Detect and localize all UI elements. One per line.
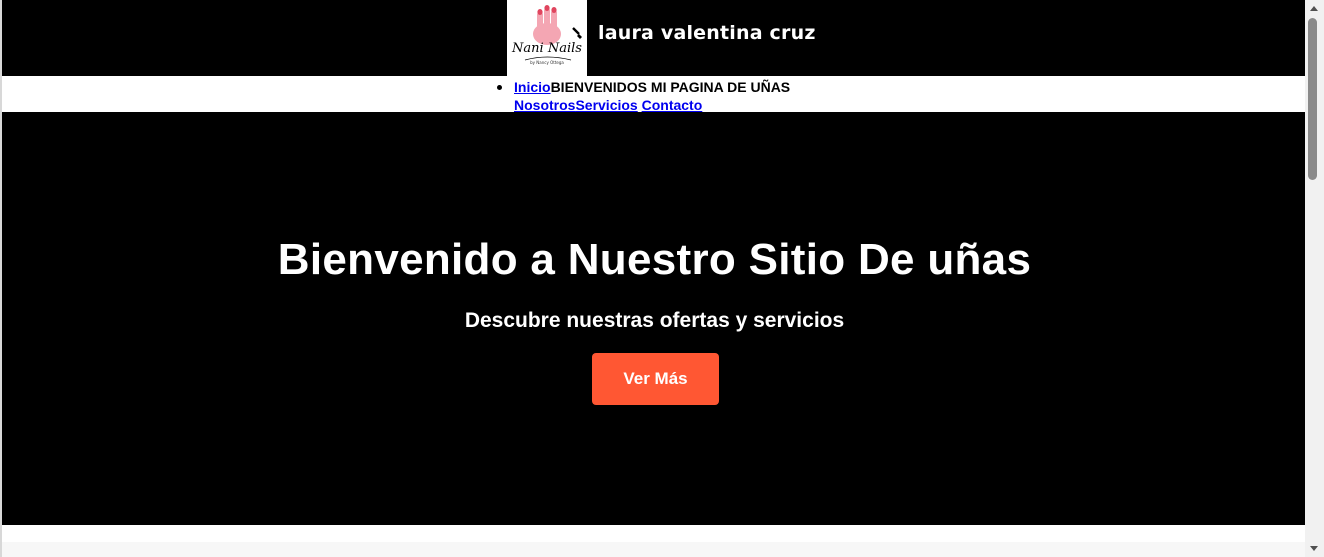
nail-logo-icon: Nani Nails by Nancy Ottega xyxy=(511,5,582,65)
scrollbar-thumb[interactable] xyxy=(1308,18,1317,180)
nav-link-nosotros[interactable]: Nosotros xyxy=(514,97,575,113)
main-nav: InicioBIENVENIDOS MI PAGINA DE UÑAS Noso… xyxy=(2,76,1307,114)
nav-list: InicioBIENVENIDOS MI PAGINA DE UÑAS Noso… xyxy=(497,78,814,114)
nav-link-inicio[interactable]: Inicio xyxy=(514,79,551,95)
site-header: Nani Nails by Nancy Ottega laura valenti… xyxy=(2,0,1307,76)
vertical-scrollbar[interactable] xyxy=(1305,0,1324,557)
logo[interactable]: Nani Nails by Nancy Ottega xyxy=(507,0,587,76)
nav-bullet-icon xyxy=(497,85,502,90)
next-section-edge xyxy=(2,542,1307,557)
logo-tagline: by Nancy Ottega xyxy=(530,60,564,65)
hero-subtitle: Descubre nuestras ofertas y servicios xyxy=(464,309,845,332)
nav-link-servicios[interactable]: Servicios xyxy=(575,97,637,113)
logo-brand-text: Nani Nails xyxy=(511,41,582,56)
scroll-down-icon[interactable] xyxy=(1310,546,1318,551)
nav-welcome-text: BIENVENIDOS MI PAGINA DE UÑAS xyxy=(550,79,791,95)
site-title: laura valentina cruz xyxy=(598,22,816,44)
hero-title: Bienvenido a Nuestro Sitio De uñas xyxy=(277,235,1032,284)
nav-link-contacto[interactable]: Contacto xyxy=(642,97,703,113)
scroll-up-icon[interactable] xyxy=(1310,6,1318,11)
page: Nani Nails by Nancy Ottega laura valenti… xyxy=(0,0,1307,557)
ver-mas-button[interactable]: Ver Más xyxy=(592,353,719,405)
hero-section: Bienvenido a Nuestro Sitio De uñas Descu… xyxy=(2,112,1307,525)
